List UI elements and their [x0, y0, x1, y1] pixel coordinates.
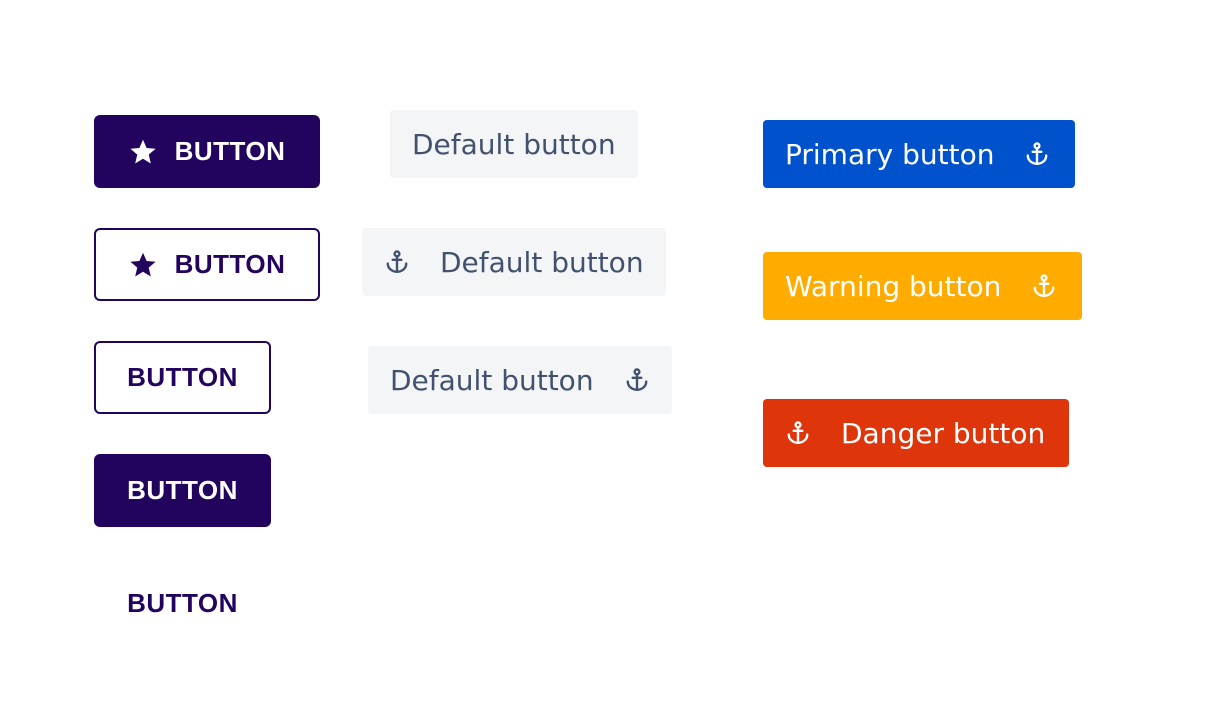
- default-icon-before-button-label: Default button: [440, 245, 644, 279]
- default-button[interactable]: Default button: [390, 110, 638, 178]
- anchor-icon: [1027, 142, 1048, 165]
- anchor-icon: [787, 421, 809, 444]
- outline-icon-button-label: BUTTON: [174, 249, 286, 279]
- default-icon-after-button-label: Default button: [390, 363, 594, 397]
- danger-button-label: Danger button: [841, 416, 1046, 450]
- button-showcase: BUTTON BUTTON BUTTON BUTTON BUTTON Defau…: [0, 0, 1220, 712]
- text-button-label: BUTTON: [127, 588, 238, 618]
- warning-button[interactable]: Warning button: [763, 252, 1082, 320]
- filled-icon-button-label: BUTTON: [174, 136, 286, 166]
- default-icon-before-button[interactable]: Default button: [362, 228, 666, 296]
- default-icon-after-button[interactable]: Default button: [368, 346, 672, 414]
- anchor-icon: [626, 368, 647, 391]
- danger-button[interactable]: Danger button: [763, 399, 1069, 467]
- outline-button-label: BUTTON: [127, 362, 238, 392]
- outline-button[interactable]: BUTTON: [94, 341, 271, 414]
- filled-button[interactable]: BUTTON: [94, 454, 271, 527]
- primary-button[interactable]: Primary button: [763, 120, 1075, 188]
- filled-button-label: BUTTON: [127, 475, 238, 505]
- default-button-label: Default button: [412, 127, 616, 161]
- anchor-icon: [386, 250, 408, 273]
- text-button[interactable]: BUTTON: [94, 567, 271, 640]
- filled-icon-button[interactable]: BUTTON: [94, 115, 320, 188]
- star-icon: [129, 139, 156, 164]
- star-icon: [129, 252, 156, 277]
- outline-icon-button[interactable]: BUTTON: [94, 228, 320, 301]
- warning-button-label: Warning button: [785, 269, 1002, 303]
- primary-button-label: Primary button: [785, 137, 995, 171]
- anchor-icon: [1033, 274, 1055, 297]
